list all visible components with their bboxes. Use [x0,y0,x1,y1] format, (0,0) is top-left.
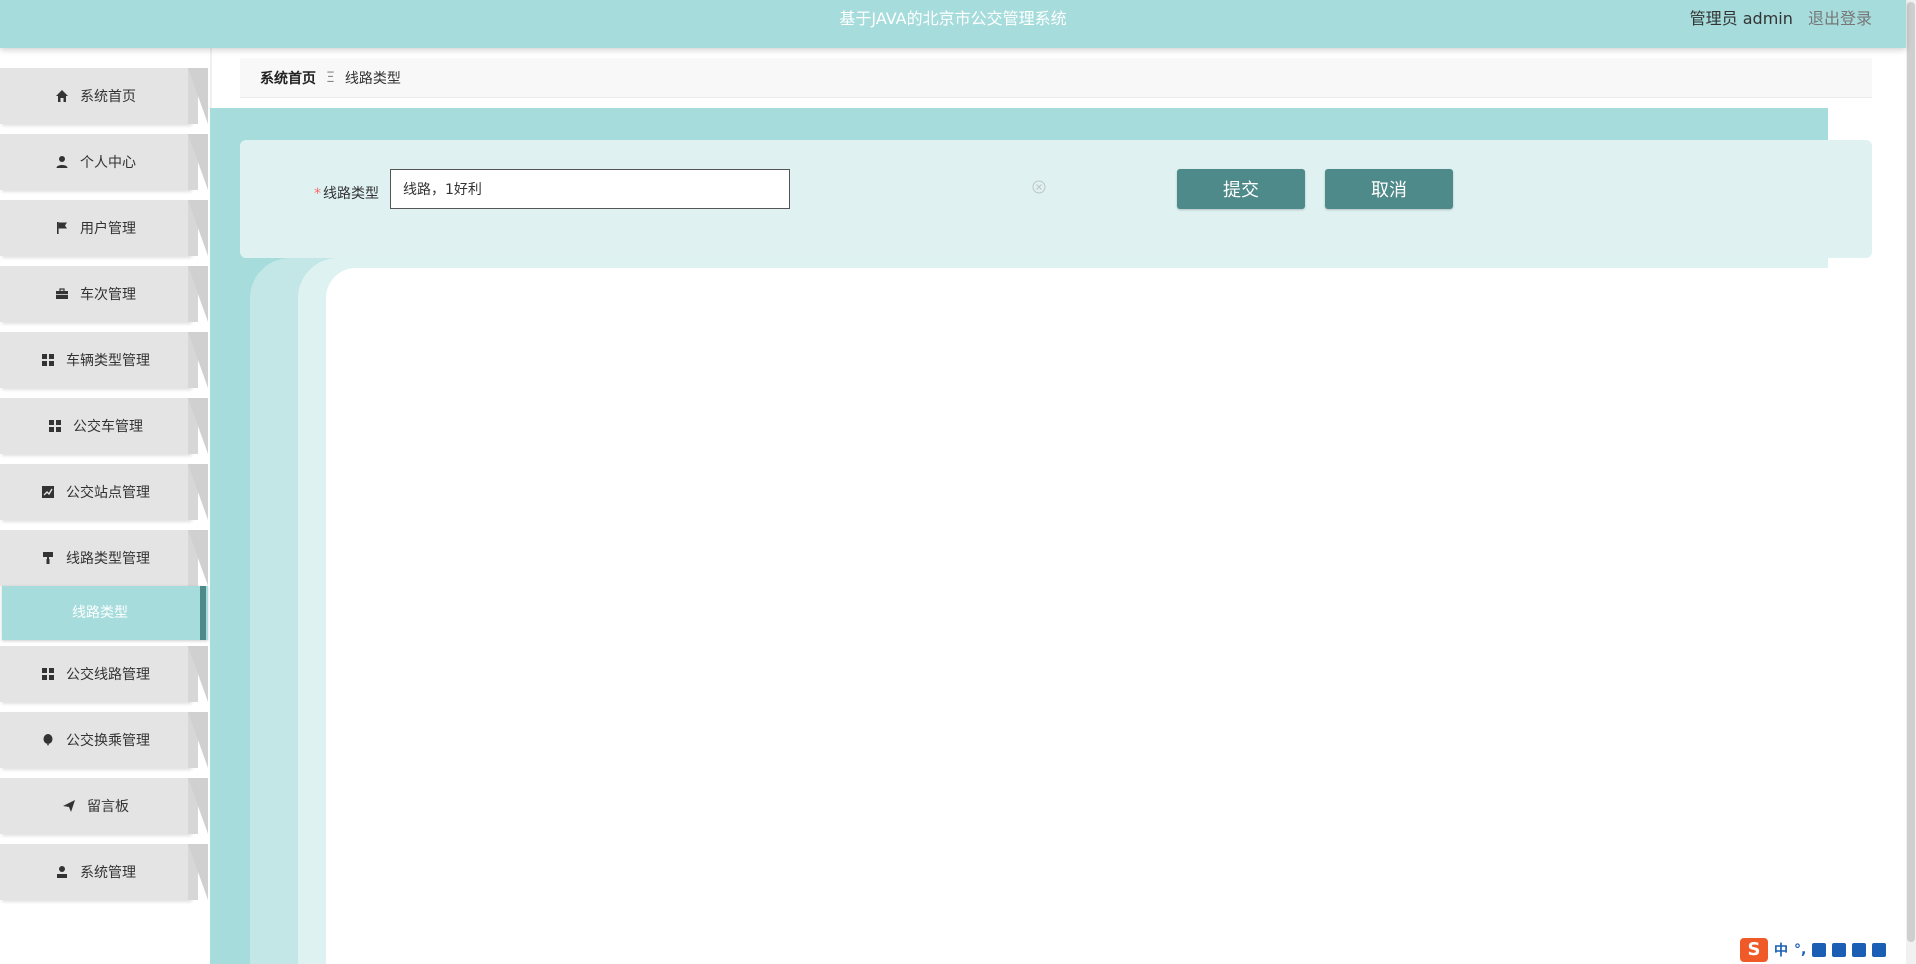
sidebar-item-home[interactable]: 系统首页 [0,68,208,124]
grid-icon [40,666,56,682]
user-area: 管理员 admin 退出登录 [1690,0,1872,40]
home-icon [54,88,70,104]
sidebar-item-trips[interactable]: 车次管理 [0,266,208,322]
sidebar-item-label: 公交线路管理 [66,667,150,683]
sidebar-item-label: 用户管理 [80,221,136,237]
sidebar-item-label: 车次管理 [80,287,136,303]
top-header: 基于JAVA的北京市公交管理系统 管理员 admin 退出登录 [0,0,1906,48]
sidebar-item-system[interactable]: 系统管理 [0,844,208,900]
sidebar-item-route-types[interactable]: 线路类型管理 [0,530,208,586]
route-type-label: * 线路类型 [314,186,379,202]
logout-link[interactable]: 退出登录 [1808,9,1872,28]
paint-roller-icon [40,550,56,566]
ime-skin-icon[interactable] [1852,943,1867,957]
sidebar-item-buses[interactable]: 公交车管理 [0,398,208,454]
balloon-icon [40,732,56,748]
app-title: 基于JAVA的北京市公交管理系统 [839,9,1067,28]
sidebar-item-profile[interactable]: 个人中心 [0,134,208,190]
ime-toolbar: S 中 °, [1736,938,1916,962]
sidebar-item-label: 系统管理 [80,865,136,881]
breadcrumb-current: 线路类型 [344,70,401,87]
submit-button[interactable]: 提交 [1177,169,1305,209]
sidebar-item-label: 车辆类型管理 [66,353,150,369]
route-type-input[interactable] [390,169,790,209]
grid-icon [47,418,63,434]
briefcase-icon [54,286,70,302]
sidebar-item-stations[interactable]: 公交站点管理 [0,464,208,520]
required-marker: * [314,186,321,202]
route-type-form: *线路类型 提交 取消 [240,140,1872,258]
sidebar-item-transfers[interactable]: 公交换乘管理 [0,712,208,768]
ime-logo-icon[interactable]: S [1740,938,1768,962]
ime-mic-icon[interactable] [1812,943,1827,957]
breadcrumb-home[interactable]: 系统首页 [260,68,316,88]
ime-punctuation-icon[interactable]: °, [1794,942,1806,958]
chart-icon [40,484,56,500]
sidebar-subitem-route-type[interactable]: 线路类型 [2,586,208,640]
sidebar-item-label: 公交站点管理 [66,485,150,501]
sidebar-item-vehicle-types[interactable]: 车辆类型管理 [0,332,208,388]
active-indicator [200,586,206,640]
ime-mode-indicator[interactable]: 中 [1774,940,1788,960]
sidebar-item-label: 公交车管理 [73,419,143,435]
user-icon [54,864,70,880]
current-user-label: 管理员 admin [1689,9,1793,28]
sidebar-item-label: 系统首页 [80,89,136,105]
ime-keyboard-icon[interactable] [1832,943,1847,957]
person-icon [54,154,70,170]
sidebar-item-messages[interactable]: 留言板 [0,778,208,834]
clear-icon[interactable] [1032,179,1046,194]
sidebar: 系统首页 个人中心 用户管理 车次管理 车辆类型管理 公交车管理 公交站点管理 … [0,48,210,964]
sidebar-item-label: 个人中心 [80,155,136,171]
sidebar-item-users[interactable]: 用户管理 [0,200,208,256]
breadcrumb-separator-icon: Ξ [326,69,335,86]
sidebar-item-label: 公交换乘管理 [66,733,150,749]
breadcrumb: 系统首页 Ξ 线路类型 [240,58,1872,98]
cancel-button[interactable]: 取消 [1325,169,1453,209]
sidebar-item-label: 线路类型管理 [66,551,150,567]
sidebar-item-label: 留言板 [87,799,129,815]
page-scrollbar[interactable] [1906,0,1916,964]
scrollbar-thumb[interactable] [1907,2,1915,942]
ime-toolbox-icon[interactable] [1872,943,1887,957]
content-area [326,268,1872,964]
sidebar-subitem-label: 线路类型 [72,605,128,621]
paper-plane-icon [61,798,77,814]
sidebar-item-bus-routes[interactable]: 公交线路管理 [0,646,208,702]
grid-icon [40,352,56,368]
flag-icon [54,220,70,236]
